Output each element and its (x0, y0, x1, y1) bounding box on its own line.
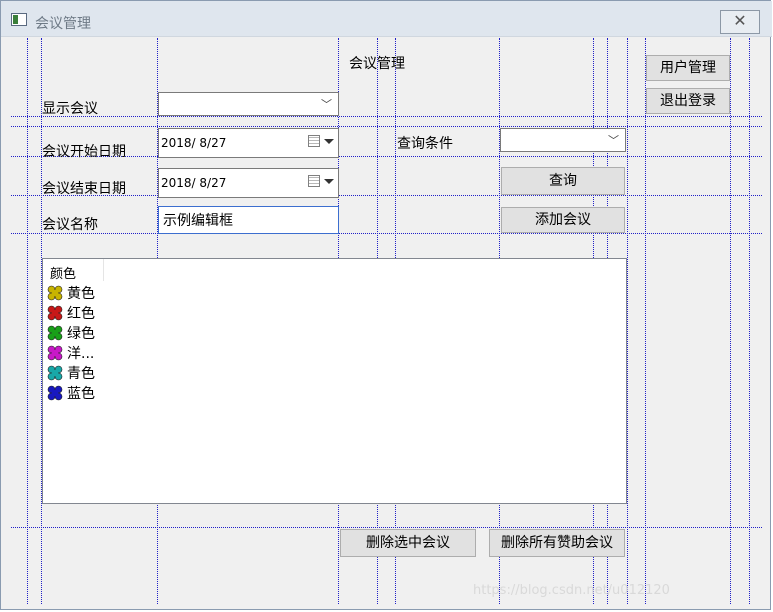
list-item-label: 黄色 (67, 286, 95, 302)
list-item-label: 红色 (67, 306, 95, 322)
close-button[interactable]: ✕ (720, 10, 760, 34)
query-condition-combo[interactable]: ﹀ (500, 128, 626, 152)
color-swatch-icon (47, 365, 63, 381)
chevron-down-icon: ﹀ (321, 98, 332, 111)
list-column-header[interactable]: 颜色 (43, 259, 104, 282)
layout-guide (27, 38, 28, 604)
color-swatch-icon (47, 285, 63, 301)
chevron-down-icon: ﹀ (608, 134, 619, 147)
layout-guide (730, 38, 731, 604)
show-meeting-label: 显示会议 (42, 101, 98, 117)
layout-guide (11, 233, 762, 234)
main-window: 会议管理 ✕ 会议管理 用户管理 退出登录 显示会议 ﹀ 会议开始日期 2018… (0, 0, 772, 610)
end-date-label: 会议结束日期 (42, 181, 126, 197)
calendar-icon (308, 135, 320, 147)
watermark-text: https://blog.csdn.net/u012120 (473, 583, 670, 598)
color-swatch-icon (47, 325, 63, 341)
query-condition-label: 查询条件 (397, 136, 453, 152)
layout-guide (11, 527, 762, 528)
meeting-name-input[interactable]: 示例编辑框 (158, 206, 339, 234)
user-manage-button[interactable]: 用户管理 (646, 55, 730, 81)
layout-guide (11, 126, 762, 127)
color-swatch-icon (47, 305, 63, 321)
start-date-value: 2018/ 8/27 (161, 136, 227, 150)
end-date-value: 2018/ 8/27 (161, 176, 227, 190)
show-meeting-combo[interactable]: ﹀ (158, 92, 339, 116)
dropdown-arrow-icon (324, 139, 334, 144)
layout-guide (627, 38, 628, 604)
layout-guide (11, 116, 762, 117)
delete-all-sponsors-button[interactable]: 删除所有赞助会议 (489, 529, 625, 557)
start-date-label: 会议开始日期 (42, 144, 126, 160)
meeting-list-view[interactable]: 颜色 黄色红色绿色洋... 青色蓝色 (42, 258, 627, 504)
meeting-name-label: 会议名称 (42, 217, 98, 233)
meeting-name-value: 示例编辑框 (163, 213, 233, 229)
logout-button[interactable]: 退出登录 (646, 88, 730, 114)
header-label: 会议管理 (349, 56, 405, 72)
list-item-label: 蓝色 (67, 386, 95, 402)
close-icon: ✕ (733, 11, 747, 30)
end-date-picker[interactable]: 2018/ 8/27 (158, 168, 339, 198)
window-title: 会议管理 (35, 16, 91, 32)
app-window-icon (11, 13, 27, 26)
delete-selected-button[interactable]: 删除选中会议 (340, 529, 476, 557)
layout-guide (645, 38, 646, 604)
layout-guide (749, 38, 750, 604)
start-date-picker[interactable]: 2018/ 8/27 (158, 128, 339, 158)
dialog-client-area: 会议管理 用户管理 退出登录 显示会议 ﹀ 会议开始日期 2018/ 8/27 … (11, 38, 762, 604)
query-button[interactable]: 查询 (501, 167, 625, 195)
list-item-label: 洋... (67, 346, 95, 362)
dropdown-arrow-icon (324, 179, 334, 184)
list-item-label: 青色 (67, 366, 95, 382)
color-swatch-icon (47, 345, 63, 361)
add-meeting-button[interactable]: 添加会议 (501, 207, 625, 233)
list-item-label: 绿色 (67, 326, 95, 342)
color-swatch-icon (47, 385, 63, 401)
title-bar[interactable]: 会议管理 ✕ (1, 1, 772, 37)
calendar-icon (308, 175, 320, 187)
